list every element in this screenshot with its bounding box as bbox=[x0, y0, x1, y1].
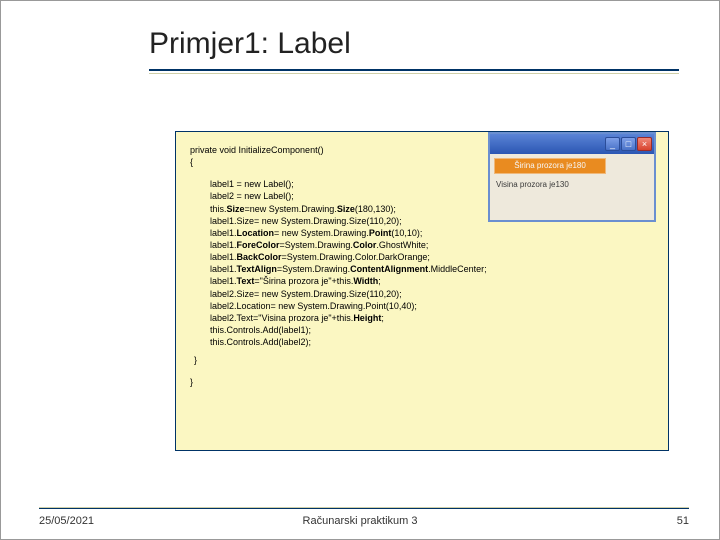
code-line: this.Controls.Add(label1); bbox=[210, 324, 654, 336]
code-line: } bbox=[190, 376, 654, 388]
maximize-button[interactable]: □ bbox=[621, 137, 636, 151]
code-line: label1.TextAlign=System.Drawing.ContentA… bbox=[210, 263, 654, 275]
page-title: Primjer1: Label bbox=[149, 27, 351, 61]
titlebar: _ □ × bbox=[490, 134, 654, 154]
label1-preview: Širina prozora je180 bbox=[494, 158, 606, 174]
footer-page: 51 bbox=[677, 515, 689, 527]
code-line: label2.Location= new System.Drawing.Poin… bbox=[210, 300, 654, 312]
label2-preview: Visina prozora je130 bbox=[494, 180, 650, 191]
footer-center: Računarski praktikum 3 bbox=[1, 515, 719, 527]
code-line: label1.BackColor=System.Drawing.Color.Da… bbox=[210, 251, 654, 263]
code-line: } bbox=[194, 354, 654, 366]
close-button[interactable]: × bbox=[637, 137, 652, 151]
code-line: label1.Text="Širina prozora je"+this.Wid… bbox=[210, 275, 654, 287]
code-line: label2.Size= new System.Drawing.Size(110… bbox=[210, 288, 654, 300]
code-line: label1.ForeColor=System.Drawing.Color.Gh… bbox=[210, 239, 654, 251]
title-underline bbox=[149, 69, 679, 71]
minimize-button[interactable]: _ bbox=[605, 137, 620, 151]
code-line: this.Controls.Add(label2); bbox=[210, 336, 654, 348]
slide: Primjer1: Label private void InitializeC… bbox=[0, 0, 720, 540]
window-client: Širina prozora je180 Visina prozora je13… bbox=[490, 154, 654, 220]
code-line: label1.Location= new System.Drawing.Poin… bbox=[210, 227, 654, 239]
code-line: label2.Text="Visina prozora je"+this.Hei… bbox=[210, 312, 654, 324]
footer-rule bbox=[39, 507, 689, 509]
demo-window: _ □ × Širina prozora je180 Visina prozor… bbox=[488, 132, 656, 222]
code-box: private void InitializeComponent() { lab… bbox=[175, 131, 669, 451]
